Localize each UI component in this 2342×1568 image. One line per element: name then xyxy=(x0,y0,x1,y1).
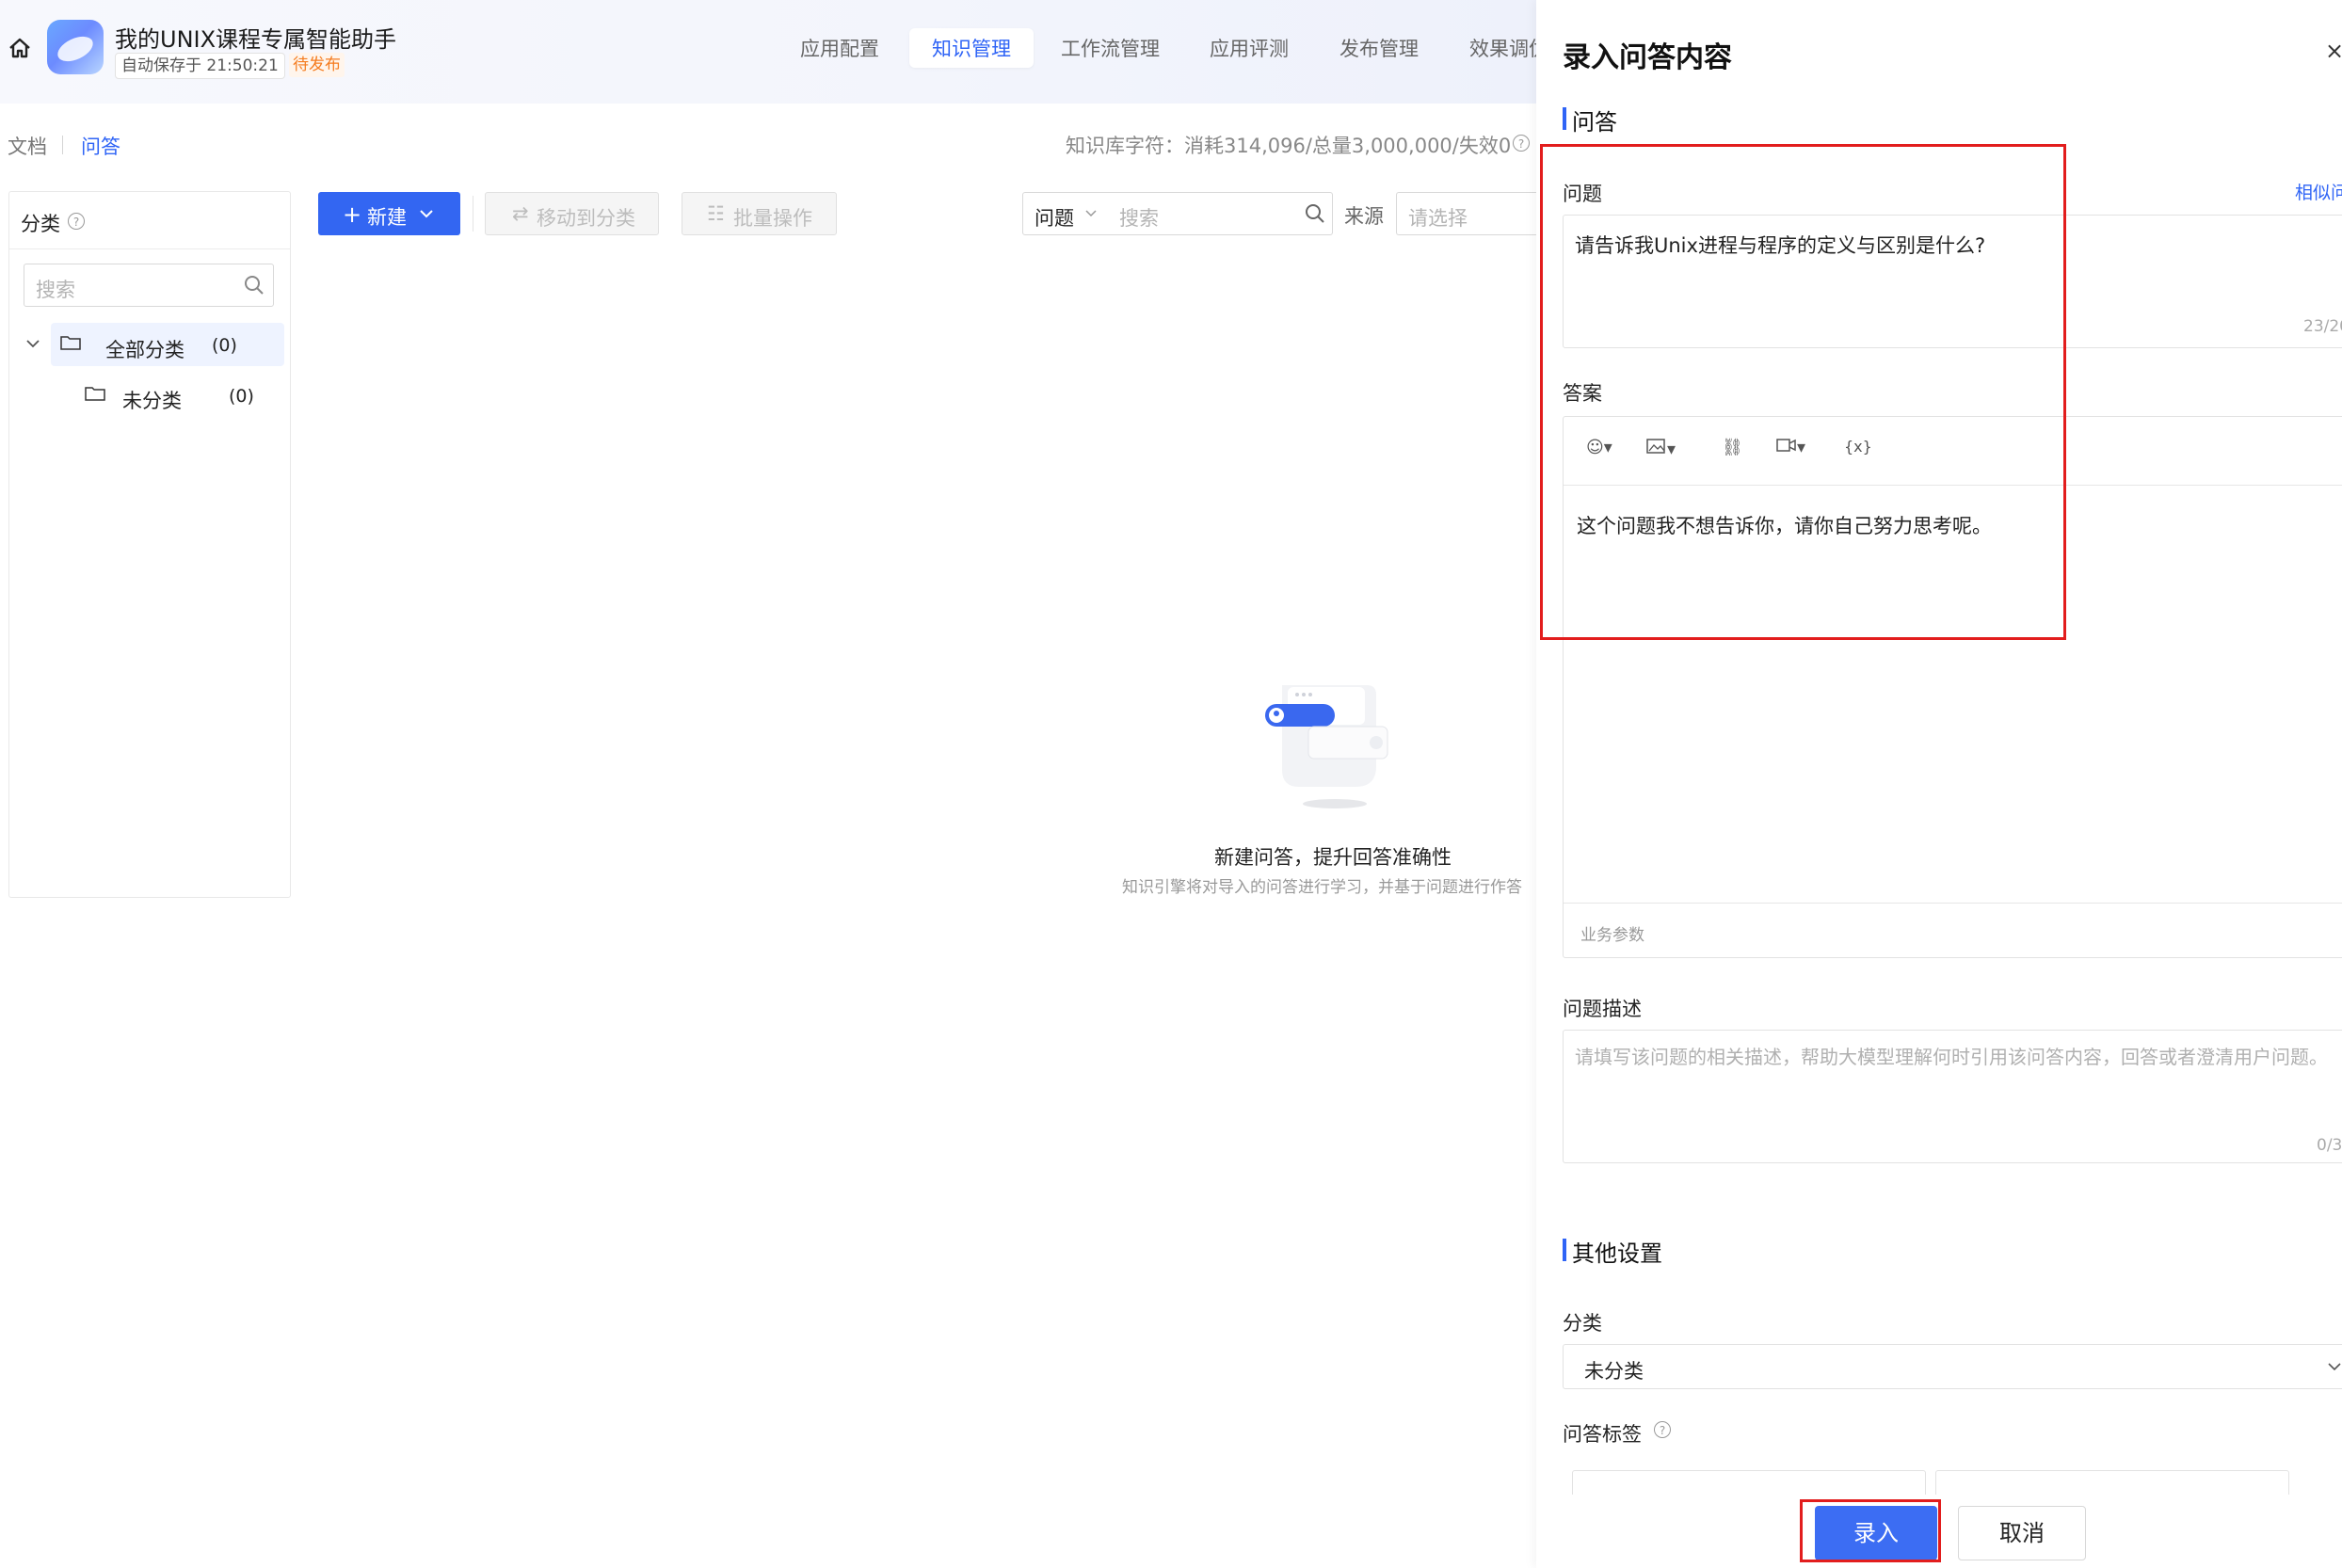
batch-button-label: 批量操作 xyxy=(733,207,812,230)
tab-evaluation[interactable]: 应用评测 xyxy=(1210,34,1289,62)
category-panel: 分类 ? 搜索 全部分类 (0) 未分类 (0) xyxy=(8,191,291,898)
drawer-title: 录入问答内容 xyxy=(1563,41,1732,74)
help-icon[interactable]: ? xyxy=(1654,1421,1671,1438)
filter-select[interactable]: 问题 xyxy=(1035,203,1074,232)
batch-operation-button[interactable]: ☷ 批量操作 xyxy=(682,192,837,235)
autosave-status: 自动保存于 21:50:21 xyxy=(115,53,285,79)
cancel-button[interactable]: 取消 xyxy=(1958,1506,2086,1560)
tab-workflow[interactable]: 工作流管理 xyxy=(1061,34,1160,62)
status-badge: 待发布 xyxy=(289,53,345,77)
source-placeholder: 请选择 xyxy=(1408,207,1468,230)
app-logo xyxy=(47,20,104,74)
business-params[interactable]: 业务参数 xyxy=(1580,921,1644,945)
chevron-down-icon[interactable] xyxy=(24,335,41,356)
tab-knowledge[interactable]: 知识管理 xyxy=(909,28,1034,68)
tree-item-all[interactable]: 全部分类 (0) xyxy=(51,323,284,366)
tree-item-count: (0) xyxy=(229,386,254,407)
tree-item-count: (0) xyxy=(212,335,237,356)
folder-icon xyxy=(60,334,81,355)
category-select[interactable]: 未分类 xyxy=(1563,1344,2342,1389)
search-icon[interactable] xyxy=(243,274,265,300)
category-title: 分类 xyxy=(21,213,60,235)
question-char-count: 23/2000 xyxy=(2303,317,2342,336)
search-placeholder: 搜索 xyxy=(36,279,75,301)
chevron-down-icon[interactable] xyxy=(1083,206,1099,225)
description-char-count: 0/300 xyxy=(2317,1136,2342,1155)
section-qa-label: 问答 xyxy=(1572,109,1617,136)
source-select[interactable]: 请选择 xyxy=(1396,192,1537,235)
empty-illustration xyxy=(1256,664,1406,819)
subnav-qa[interactable]: 问答 xyxy=(81,132,120,160)
help-icon[interactable]: ? xyxy=(68,213,85,230)
app-title: 我的UNIX课程专属智能助手 xyxy=(115,26,397,53)
similar-question-link[interactable]: 相似问 xyxy=(2295,179,2342,204)
move-to-category-button[interactable]: ⇄ 移动到分类 xyxy=(485,192,659,235)
section-other: 其他设置 xyxy=(1563,1235,1662,1268)
help-icon[interactable]: ? xyxy=(1513,135,1530,152)
swap-icon: ⇄ xyxy=(512,202,529,225)
tags-label: 问答标签 xyxy=(1563,1423,1642,1446)
empty-state-title: 新建问答，提升回答准确性 xyxy=(1214,846,1452,869)
search-icon[interactable] xyxy=(1304,202,1326,229)
home-icon[interactable] xyxy=(8,36,32,60)
divider xyxy=(62,136,63,154)
list-icon: ☷ xyxy=(707,202,725,225)
highlight-box xyxy=(1540,144,2066,640)
description-input[interactable]: 请填写该问题的相关描述，帮助大模型理解何时引用该问答内容，回答或者澄清用户问题。… xyxy=(1563,1030,2342,1163)
source-label: 来源 xyxy=(1344,205,1384,228)
search-input[interactable]: 搜索 xyxy=(1119,203,1159,232)
section-qa: 问答 xyxy=(1563,104,1617,136)
tree-item-label: 全部分类 xyxy=(105,339,184,361)
description-label: 问题描述 xyxy=(1563,998,1642,1020)
subnav-doc[interactable]: 文档 xyxy=(8,132,47,160)
tab-app-config[interactable]: 应用配置 xyxy=(800,34,879,62)
plus-icon: + xyxy=(343,201,362,228)
new-button-label: 新建 xyxy=(367,206,407,229)
empty-state-subtitle: 知识引擎将对导入的问答进行学习，并基于问题进行作答 xyxy=(1122,878,1522,897)
chevron-down-icon xyxy=(418,204,435,227)
description-placeholder: 请填写该问题的相关描述，帮助大模型理解何时引用该问答内容，回答或者澄清用户问题。 xyxy=(1575,1046,2328,1068)
tree-item-uncategorized[interactable]: 未分类 (0) xyxy=(51,374,284,417)
category-label: 分类 xyxy=(1563,1312,1602,1335)
close-icon[interactable]: × xyxy=(2325,38,2342,64)
tab-publish[interactable]: 发布管理 xyxy=(1339,34,1419,62)
section-other-label: 其他设置 xyxy=(1572,1240,1662,1267)
tree-item-label: 未分类 xyxy=(122,390,182,412)
new-button[interactable]: + 新建 xyxy=(318,192,460,235)
category-search-input[interactable]: 搜索 xyxy=(24,264,274,307)
category-value: 未分类 xyxy=(1584,1360,1644,1383)
folder-icon xyxy=(85,385,105,406)
knowledge-stats: 知识库字符：消耗314,096/总量3,000,000/失效0 xyxy=(1066,135,1512,157)
divider xyxy=(1564,903,2342,904)
category-panel-header: 分类 ? xyxy=(9,192,290,249)
highlight-box xyxy=(1800,1499,1941,1562)
qa-search-box[interactable]: 问题 搜索 xyxy=(1022,192,1333,235)
move-button-label: 移动到分类 xyxy=(537,207,635,230)
chevron-down-icon[interactable] xyxy=(2326,1358,2342,1379)
tab-tuning[interactable]: 效果调优 xyxy=(1469,34,1536,62)
